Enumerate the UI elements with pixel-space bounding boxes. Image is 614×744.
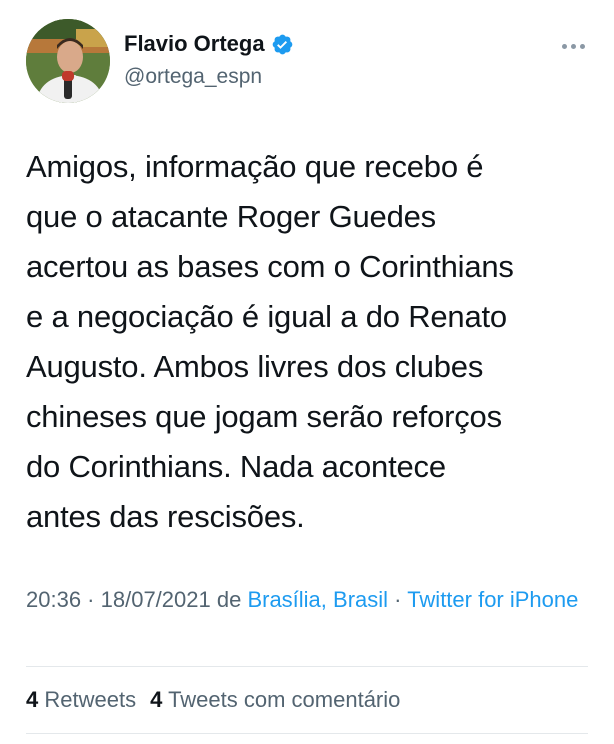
- retweets-count: 4: [26, 687, 39, 712]
- meta-separator: ·: [81, 587, 101, 612]
- meta-separator: ·: [388, 587, 408, 612]
- tweet-text-line: chineses que jogam serão reforços: [26, 399, 502, 434]
- tweet-text-line: acertou as bases com o Corinthians: [26, 249, 514, 284]
- author-display-name[interactable]: Flavio Ortega: [124, 31, 265, 57]
- tweet-location-link[interactable]: Brasília, Brasil: [247, 587, 388, 612]
- tweet-meta: 20:36 · 18/07/2021 de Brasília, Brasil ·…: [26, 583, 596, 616]
- tweet-text-line: do Corinthians. Nada acontece: [26, 449, 446, 484]
- quote-tweets-stat[interactable]: 4 Tweets com comentário: [150, 687, 400, 712]
- tweet-text: Amigos, informação que recebo é que o at…: [26, 142, 596, 542]
- more-options-icon[interactable]: [555, 36, 591, 56]
- author-handle[interactable]: @ortega_espn: [124, 64, 262, 90]
- tweet-time[interactable]: 20:36: [26, 587, 81, 612]
- tweet-detail: Flavio Ortega @ortega_espn Amigos, infor…: [0, 0, 614, 744]
- verified-badge-icon: [271, 33, 294, 56]
- tweet-source-link[interactable]: Twitter for iPhone: [407, 587, 578, 612]
- more-dot: [579, 43, 585, 49]
- tweet-stats: 4 Retweets 4 Tweets com comentário: [26, 685, 400, 715]
- tweet-text-line: que o atacante Roger Guedes: [26, 199, 436, 234]
- avatar-photo-icon: [26, 19, 110, 103]
- quote-tweets-label: Tweets com comentário: [168, 687, 401, 712]
- divider: [26, 666, 588, 667]
- tweet-text-line: Amigos, informação que recebo é: [26, 149, 484, 184]
- author-name-row[interactable]: Flavio Ortega: [124, 31, 294, 57]
- meta-from-label: de: [210, 587, 248, 612]
- divider: [26, 733, 588, 734]
- more-dot: [570, 43, 576, 49]
- tweet-date[interactable]: 18/07/2021: [101, 587, 211, 612]
- tweet-text-line: Augusto. Ambos livres dos clubes: [26, 349, 484, 384]
- more-dot: [561, 43, 567, 49]
- tweet-text-line: antes das rescisões.: [26, 499, 305, 534]
- avatar[interactable]: [26, 19, 110, 103]
- retweets-stat[interactable]: 4 Retweets: [26, 687, 136, 712]
- quote-tweets-count: 4: [150, 687, 163, 712]
- tweet-text-line: e a negociação é igual a do Renato: [26, 299, 507, 334]
- retweets-label: Retweets: [44, 687, 137, 712]
